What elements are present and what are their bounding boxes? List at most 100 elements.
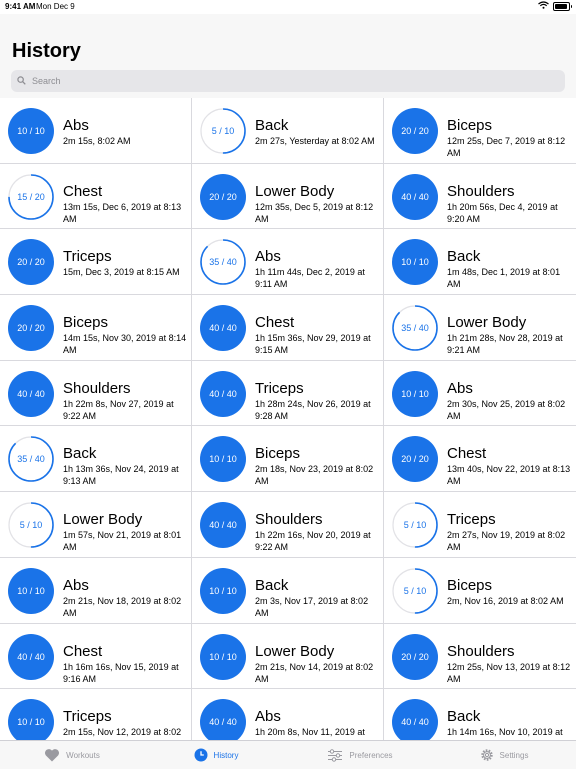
- progress-ring: 20 / 20: [392, 436, 438, 483]
- tab-settings[interactable]: Settings: [432, 741, 576, 769]
- workout-name: Abs: [255, 248, 281, 266]
- history-item[interactable]: 10 / 10 Abs 2m 21s, Nov 18, 2019 at 8:02…: [0, 557, 191, 623]
- set-count: 35 / 40: [401, 323, 429, 334]
- workout-name: Lower Body: [255, 182, 335, 200]
- battery-icon: [553, 1, 572, 11]
- page-title: History: [12, 40, 81, 62]
- history-item[interactable]: 40 / 40 Shoulders 1h 22m 16s, Nov 20, 20…: [192, 492, 383, 557]
- progress-ring: 40 / 40: [200, 305, 246, 352]
- workout-details: 15m, Dec 3, 2019 at 8:15 AM: [63, 267, 180, 278]
- workout-name: Shoulders: [255, 511, 323, 529]
- workout-name: Back: [255, 117, 289, 134]
- workout-name: Shoulders: [63, 379, 131, 397]
- history-item[interactable]: 40 / 40 Back 1h 14m 16s, Nov 10, 2019 at…: [384, 689, 576, 740]
- workout-details: 12m 25s, Nov 13, 2019 at 8:12 AM: [447, 661, 571, 684]
- history-item[interactable]: 40 / 40 Abs 1h 20m 8s, Nov 11, 2019 at 9…: [192, 689, 383, 740]
- workout-details: 2m, Nov 16, 2019 at 8:02 AM: [447, 595, 564, 606]
- workout-name: Lower Body: [447, 314, 527, 332]
- set-count: 40 / 40: [209, 717, 237, 728]
- tab-history[interactable]: History: [144, 741, 288, 769]
- workout-name: Chest: [447, 445, 487, 463]
- history-item[interactable]: 15 / 20 Chest 13m 15s, Dec 6, 2019 at 8:…: [0, 163, 191, 229]
- history-item[interactable]: 35 / 40 Lower Body 1h 21m 28s, Nov 28, 2…: [384, 295, 576, 360]
- set-count: 10 / 10: [401, 257, 429, 268]
- history-item[interactable]: 10 / 10 Back 1m 48s, Dec 1, 2019 at 8:01…: [384, 229, 576, 295]
- history-item[interactable]: 20 / 20 Triceps 15m, Dec 3, 2019 at 8:15…: [0, 229, 191, 295]
- progress-ring: 10 / 10: [8, 108, 54, 154]
- set-count: 40 / 40: [209, 323, 237, 334]
- history-item[interactable]: 5 / 10 Triceps 2m 27s, Nov 19, 2019 at 8…: [384, 492, 576, 557]
- progress-ring: 40 / 40: [200, 370, 246, 417]
- history-item[interactable]: 40 / 40 Triceps 1h 28m 24s, Nov 26, 2019…: [192, 360, 383, 426]
- history-item[interactable]: 10 / 10 Abs 2m 15s, 8:02 AM: [0, 98, 191, 163]
- history-item[interactable]: 10 / 10 Lower Body 2m 21s, Nov 14, 2019 …: [192, 623, 383, 689]
- workout-details: 1m 57s, Nov 21, 2019 at 8:01 AM: [63, 530, 182, 553]
- workout-name: Shoulders: [447, 182, 515, 200]
- progress-ring: 5 / 10: [392, 502, 438, 548]
- workout-details: 2m 15s, Nov 12, 2019 at 8:02 AM: [63, 727, 182, 740]
- history-item[interactable]: 10 / 10 Abs 2m 30s, Nov 25, 2019 at 8:02…: [384, 360, 576, 426]
- progress-ring: 20 / 20: [200, 173, 246, 220]
- status-date: Mon Dec 9: [36, 2, 75, 11]
- history-item[interactable]: 5 / 10 Biceps 2m, Nov 16, 2019 at 8:02 A…: [384, 557, 576, 623]
- history-item[interactable]: 10 / 10 Triceps 2m 15s, Nov 12, 2019 at …: [0, 689, 191, 740]
- workout-details: 2m 27s, Nov 19, 2019 at 8:02 AM: [447, 530, 566, 553]
- progress-ring: 10 / 10: [200, 567, 246, 614]
- history-item[interactable]: 20 / 20 Biceps 12m 25s, Dec 7, 2019 at 8…: [384, 98, 576, 163]
- workout-name: Back: [255, 576, 289, 594]
- set-count: 10 / 10: [17, 585, 45, 596]
- set-count: 20 / 20: [209, 191, 237, 202]
- search-bar[interactable]: [11, 70, 565, 92]
- history-item[interactable]: 5 / 10 Lower Body 1m 57s, Nov 21, 2019 a…: [0, 492, 191, 557]
- history-item[interactable]: 35 / 40 Back 1h 13m 36s, Nov 24, 2019 at…: [0, 426, 191, 492]
- tab-workouts[interactable]: Workouts: [0, 741, 144, 769]
- workout-details: 1h 11m 44s, Dec 2, 2019 at 9:11 AM: [255, 267, 365, 290]
- history-item[interactable]: 40 / 40 Chest 1h 15m 36s, Nov 29, 2019 a…: [192, 295, 383, 360]
- sliders-icon: [327, 748, 343, 762]
- set-count: 5 / 10: [19, 520, 43, 531]
- workout-details: 2m 27s, Yesterday at 8:02 AM: [255, 136, 375, 146]
- history-item[interactable]: 20 / 20 Shoulders 12m 25s, Nov 13, 2019 …: [384, 623, 576, 689]
- history-item[interactable]: 10 / 10 Back 2m 3s, Nov 17, 2019 at 8:02…: [192, 557, 383, 623]
- workout-details: 1h 28m 24s, Nov 26, 2019 at 9:28 AM: [255, 398, 371, 421]
- progress-ring: 40 / 40: [200, 699, 246, 740]
- history-item[interactable]: 5 / 10 Back 2m 27s, Yesterday at 8:02 AM: [192, 98, 383, 163]
- progress-ring: 40 / 40: [392, 173, 438, 220]
- history-item[interactable]: 20 / 20 Lower Body 12m 35s, Dec 5, 2019 …: [192, 163, 383, 229]
- set-count: 5 / 10: [211, 126, 235, 136]
- tab-label: Preferences: [349, 750, 393, 760]
- gear-icon: [480, 748, 494, 762]
- progress-ring: 10 / 10: [8, 567, 54, 614]
- workout-name: Abs: [447, 379, 473, 397]
- workout-name: Triceps: [63, 248, 112, 266]
- wifi-icon: [538, 1, 549, 11]
- history-item[interactable]: 20 / 20 Biceps 14m 15s, Nov 30, 2019 at …: [0, 295, 191, 360]
- workout-name: Lower Body: [255, 642, 335, 660]
- history-item[interactable]: 40 / 40 Shoulders 1h 22m 8s, Nov 27, 201…: [0, 360, 191, 426]
- status-time: 9:41 AM: [5, 2, 36, 11]
- history-item[interactable]: 20 / 20 Chest 13m 40s, Nov 22, 2019 at 8…: [384, 426, 576, 492]
- tab-preferences[interactable]: Preferences: [288, 741, 432, 769]
- workout-name: Triceps: [255, 379, 304, 397]
- workout-name: Back: [447, 708, 481, 726]
- progress-ring: 20 / 20: [392, 633, 438, 680]
- search-input[interactable]: [30, 75, 534, 87]
- workout-details: 1h 15m 36s, Nov 29, 2019 at 9:15 AM: [255, 333, 371, 356]
- workout-details: 2m 21s, Nov 14, 2019 at 8:02 AM: [255, 661, 374, 684]
- progress-ring: 20 / 20: [8, 239, 54, 286]
- progress-ring: 40 / 40: [392, 699, 438, 740]
- history-item[interactable]: 40 / 40 Shoulders 1h 20m 56s, Dec 4, 201…: [384, 163, 576, 229]
- set-count: 40 / 40: [17, 651, 45, 662]
- history-item[interactable]: 10 / 10 Biceps 2m 18s, Nov 23, 2019 at 8…: [192, 426, 383, 492]
- set-count: 40 / 40: [209, 388, 237, 399]
- history-item[interactable]: 40 / 40 Chest 1h 16m 16s, Nov 15, 2019 a…: [0, 623, 191, 689]
- workout-details: 1h 13m 36s, Nov 24, 2019 at 9:13 AM: [63, 464, 179, 487]
- progress-ring: 20 / 20: [8, 305, 54, 352]
- workout-details: 12m 35s, Dec 5, 2019 at 8:12 AM: [255, 201, 374, 224]
- set-count: 5 / 10: [403, 585, 427, 596]
- set-count: 20 / 20: [401, 454, 429, 465]
- history-item[interactable]: 35 / 40 Abs 1h 11m 44s, Dec 2, 2019 at 9…: [192, 229, 383, 295]
- set-count: 10 / 10: [209, 585, 237, 596]
- workout-details: 14m 15s, Nov 30, 2019 at 8:14 AM: [63, 333, 187, 356]
- workout-details: 13m 15s, Dec 6, 2019 at 8:13 AM: [63, 201, 182, 224]
